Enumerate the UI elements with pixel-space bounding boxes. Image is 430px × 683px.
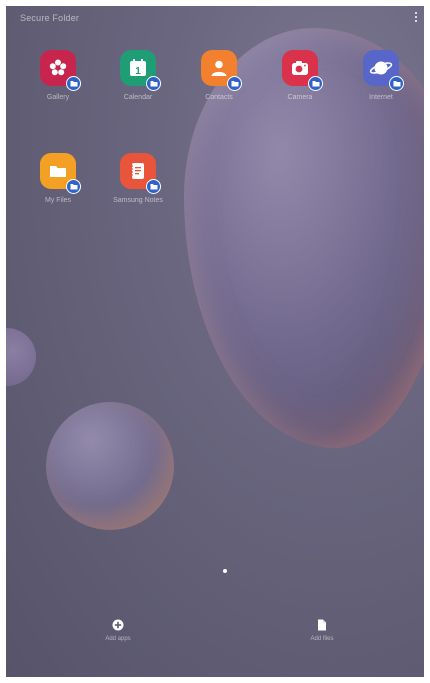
page-title: Secure Folder [20, 13, 80, 23]
notes-icon [120, 153, 161, 194]
add-apps-button[interactable]: Add apps [88, 618, 148, 642]
app-label: Camera [287, 94, 313, 101]
device-frame: Secure Folder Gallery 1 Calendar Contact… [0, 0, 430, 683]
app-my-files[interactable]: My Files [22, 153, 94, 204]
more-options-icon[interactable] [411, 11, 421, 25]
page-indicator [223, 569, 227, 573]
secure-badge-icon [389, 76, 404, 91]
app-internet[interactable]: Internet [345, 50, 417, 101]
app-samsung-notes[interactable]: Samsung Notes [102, 153, 174, 204]
calendar-icon: 1 [120, 50, 161, 91]
wallpaper-bubble-small [6, 328, 36, 386]
add-apps-label: Add apps [105, 636, 131, 642]
file-icon [315, 618, 329, 632]
app-label: Internet [369, 94, 393, 101]
secure-badge-icon [146, 76, 161, 91]
app-gallery[interactable]: Gallery [22, 50, 94, 101]
app-calendar[interactable]: 1 Calendar [102, 50, 174, 101]
app-label: Contacts [205, 94, 233, 101]
add-files-button[interactable]: Add files [292, 618, 352, 642]
gallery-icon [40, 50, 81, 91]
folder-icon [40, 153, 81, 194]
home-screen: Secure Folder Gallery 1 Calendar Contact… [6, 6, 424, 677]
internet-icon [363, 50, 404, 91]
app-camera[interactable]: Camera [264, 50, 336, 101]
camera-icon [282, 50, 323, 91]
app-label: Calendar [123, 94, 153, 101]
contacts-icon [201, 50, 242, 91]
add-circle-icon [111, 618, 125, 632]
secure-badge-icon [227, 76, 242, 91]
secure-badge-icon [66, 76, 81, 91]
calendar-day: 1 [135, 66, 141, 77]
app-label: My Files [44, 197, 72, 204]
app-contacts[interactable]: Contacts [183, 50, 255, 101]
secure-badge-icon [146, 179, 161, 194]
secure-badge-icon [308, 76, 323, 91]
add-files-label: Add files [310, 636, 334, 642]
secure-badge-icon [66, 179, 81, 194]
wallpaper-bubble-medium [46, 402, 174, 530]
app-label: Gallery [46, 94, 70, 101]
app-label: Samsung Notes [113, 197, 163, 204]
